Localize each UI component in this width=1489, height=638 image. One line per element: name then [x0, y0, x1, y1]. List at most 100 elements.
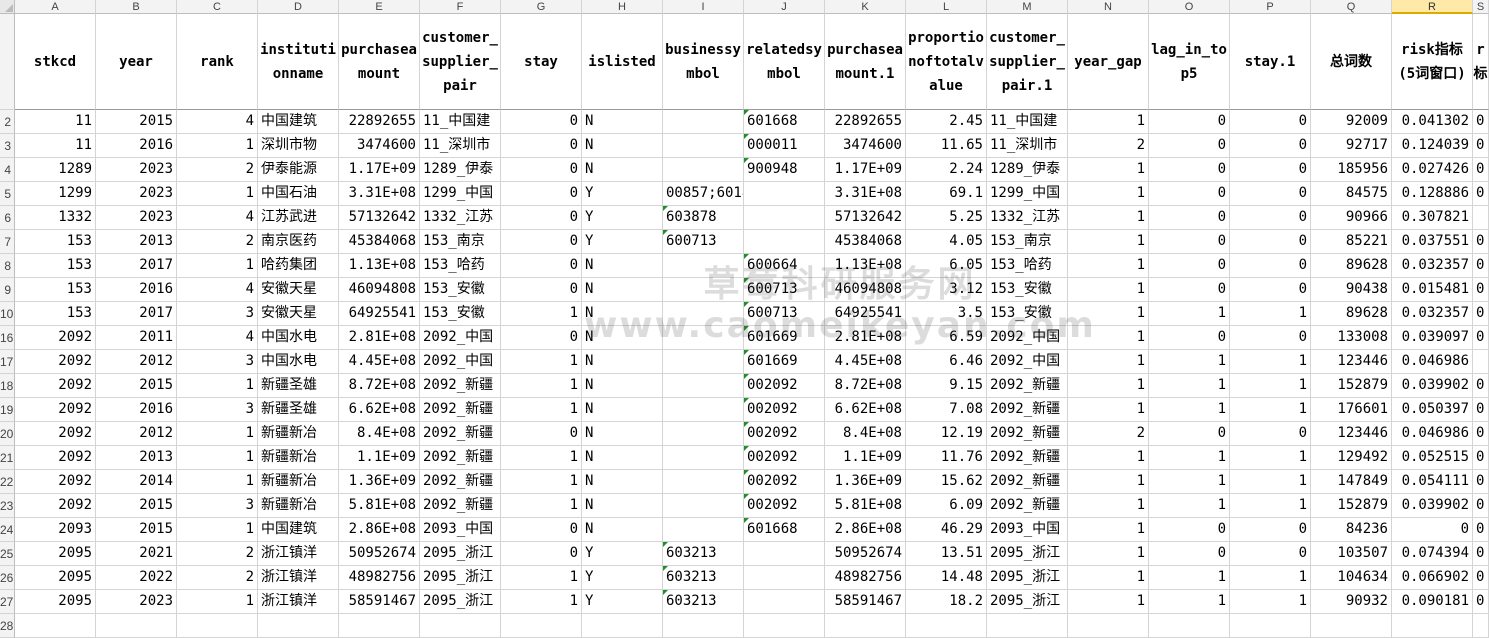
- table-cell[interactable]: 153_安徽: [420, 302, 501, 326]
- table-cell[interactable]: 1: [501, 566, 582, 590]
- table-cell[interactable]: 2092_新疆: [420, 374, 501, 398]
- table-cell[interactable]: 2022: [96, 566, 177, 590]
- table-cell[interactable]: 伊泰能源: [258, 158, 339, 182]
- table-cell[interactable]: [663, 422, 744, 446]
- table-cell[interactable]: 601668: [744, 518, 825, 542]
- field-header-L[interactable]: proportionoftotalvalue: [906, 14, 987, 110]
- table-cell[interactable]: 0: [501, 518, 582, 542]
- table-cell[interactable]: 8.72E+08: [339, 374, 420, 398]
- table-cell[interactable]: 3.12: [906, 278, 987, 302]
- table-cell[interactable]: 1: [177, 446, 258, 470]
- table-cell[interactable]: 3.31E+08: [825, 182, 906, 206]
- table-cell[interactable]: 0: [1149, 326, 1230, 350]
- table-cell[interactable]: 1.13E+08: [339, 254, 420, 278]
- table-cell[interactable]: 11_中国建: [420, 110, 501, 134]
- table-cell[interactable]: 1299_中国: [987, 182, 1068, 206]
- table-cell[interactable]: 1: [1068, 206, 1149, 230]
- table-cell[interactable]: 9.15: [906, 374, 987, 398]
- table-cell[interactable]: 0.015481: [1392, 278, 1473, 302]
- table-cell[interactable]: 0: [1149, 542, 1230, 566]
- table-cell[interactable]: 57132642: [339, 206, 420, 230]
- table-cell[interactable]: 0: [501, 542, 582, 566]
- table-cell[interactable]: 0: [1473, 494, 1489, 518]
- table-cell[interactable]: 新疆新冶: [258, 470, 339, 494]
- table-cell[interactable]: 84575: [1311, 182, 1392, 206]
- table-cell[interactable]: 1: [1068, 302, 1149, 326]
- table-cell[interactable]: 0: [1230, 158, 1311, 182]
- table-cell[interactable]: 1: [1068, 158, 1149, 182]
- table-cell[interactable]: 153_南京: [420, 230, 501, 254]
- table-cell[interactable]: 153_安徽: [420, 278, 501, 302]
- table-cell[interactable]: 2015: [96, 494, 177, 518]
- table-cell[interactable]: [663, 374, 744, 398]
- table-cell[interactable]: 50952674: [339, 542, 420, 566]
- table-cell[interactable]: 2: [177, 230, 258, 254]
- table-cell[interactable]: 4: [177, 326, 258, 350]
- column-header-J[interactable]: J: [744, 0, 825, 14]
- table-cell[interactable]: 2092_新疆: [987, 398, 1068, 422]
- table-cell[interactable]: 0: [1149, 230, 1230, 254]
- table-cell[interactable]: N: [582, 494, 663, 518]
- table-cell[interactable]: 0.066902: [1392, 566, 1473, 590]
- row-header[interactable]: 27: [0, 590, 15, 614]
- row-header[interactable]: 16: [0, 326, 15, 350]
- table-cell[interactable]: 0: [1473, 326, 1489, 350]
- table-cell[interactable]: N: [582, 278, 663, 302]
- table-cell[interactable]: 0: [1230, 326, 1311, 350]
- table-cell[interactable]: 深圳市物: [258, 134, 339, 158]
- table-cell[interactable]: 123446: [1311, 350, 1392, 374]
- table-cell[interactable]: 1: [1068, 230, 1149, 254]
- table-cell[interactable]: 2: [177, 158, 258, 182]
- table-cell[interactable]: 0.052515: [1392, 446, 1473, 470]
- table-cell[interactable]: 152879: [1311, 374, 1392, 398]
- table-cell[interactable]: 0: [1149, 518, 1230, 542]
- table-cell[interactable]: 2017: [96, 302, 177, 326]
- table-cell[interactable]: [663, 134, 744, 158]
- table-cell[interactable]: 2092: [15, 398, 96, 422]
- table-cell[interactable]: [15, 614, 96, 638]
- table-cell[interactable]: 0.050397: [1392, 398, 1473, 422]
- table-cell[interactable]: 1: [1230, 566, 1311, 590]
- table-cell[interactable]: 11_中国建: [987, 110, 1068, 134]
- table-cell[interactable]: N: [582, 422, 663, 446]
- table-cell[interactable]: 69.1: [906, 182, 987, 206]
- table-cell[interactable]: N: [582, 254, 663, 278]
- table-cell[interactable]: 3: [177, 302, 258, 326]
- table-cell[interactable]: 7.08: [906, 398, 987, 422]
- table-cell[interactable]: 2092_中国: [420, 350, 501, 374]
- table-cell[interactable]: 1: [501, 374, 582, 398]
- table-cell[interactable]: 0: [1149, 134, 1230, 158]
- table-cell[interactable]: 1: [1068, 494, 1149, 518]
- table-cell[interactable]: 2023: [96, 206, 177, 230]
- table-cell[interactable]: 2: [177, 542, 258, 566]
- table-cell[interactable]: 11: [15, 110, 96, 134]
- table-cell[interactable]: 89628: [1311, 254, 1392, 278]
- table-cell[interactable]: 48982756: [339, 566, 420, 590]
- table-cell[interactable]: 6.46: [906, 350, 987, 374]
- table-cell[interactable]: 2092_中国: [987, 326, 1068, 350]
- table-cell[interactable]: 92717: [1311, 134, 1392, 158]
- table-cell[interactable]: 18.2: [906, 590, 987, 614]
- table-cell[interactable]: 2013: [96, 446, 177, 470]
- table-cell[interactable]: 0: [501, 158, 582, 182]
- table-cell[interactable]: 1: [177, 518, 258, 542]
- table-cell[interactable]: 1: [177, 470, 258, 494]
- table-cell[interactable]: 0: [1149, 158, 1230, 182]
- row-header[interactable]: 3: [0, 134, 15, 158]
- table-cell[interactable]: 1: [177, 374, 258, 398]
- table-cell[interactable]: 1289: [15, 158, 96, 182]
- row-header[interactable]: 21: [0, 446, 15, 470]
- table-cell[interactable]: 5.25: [906, 206, 987, 230]
- table-cell[interactable]: 176601: [1311, 398, 1392, 422]
- table-cell[interactable]: 0.046986: [1392, 422, 1473, 446]
- table-cell[interactable]: 2095: [15, 590, 96, 614]
- table-cell[interactable]: 2092: [15, 374, 96, 398]
- table-cell[interactable]: 2092_新疆: [420, 494, 501, 518]
- table-cell[interactable]: 6.62E+08: [339, 398, 420, 422]
- column-header-C[interactable]: C: [177, 0, 258, 14]
- field-header-Q[interactable]: 总词数: [1311, 14, 1392, 110]
- table-cell[interactable]: [744, 230, 825, 254]
- table-cell[interactable]: [1473, 350, 1489, 374]
- table-cell[interactable]: [663, 110, 744, 134]
- table-cell[interactable]: Y: [582, 206, 663, 230]
